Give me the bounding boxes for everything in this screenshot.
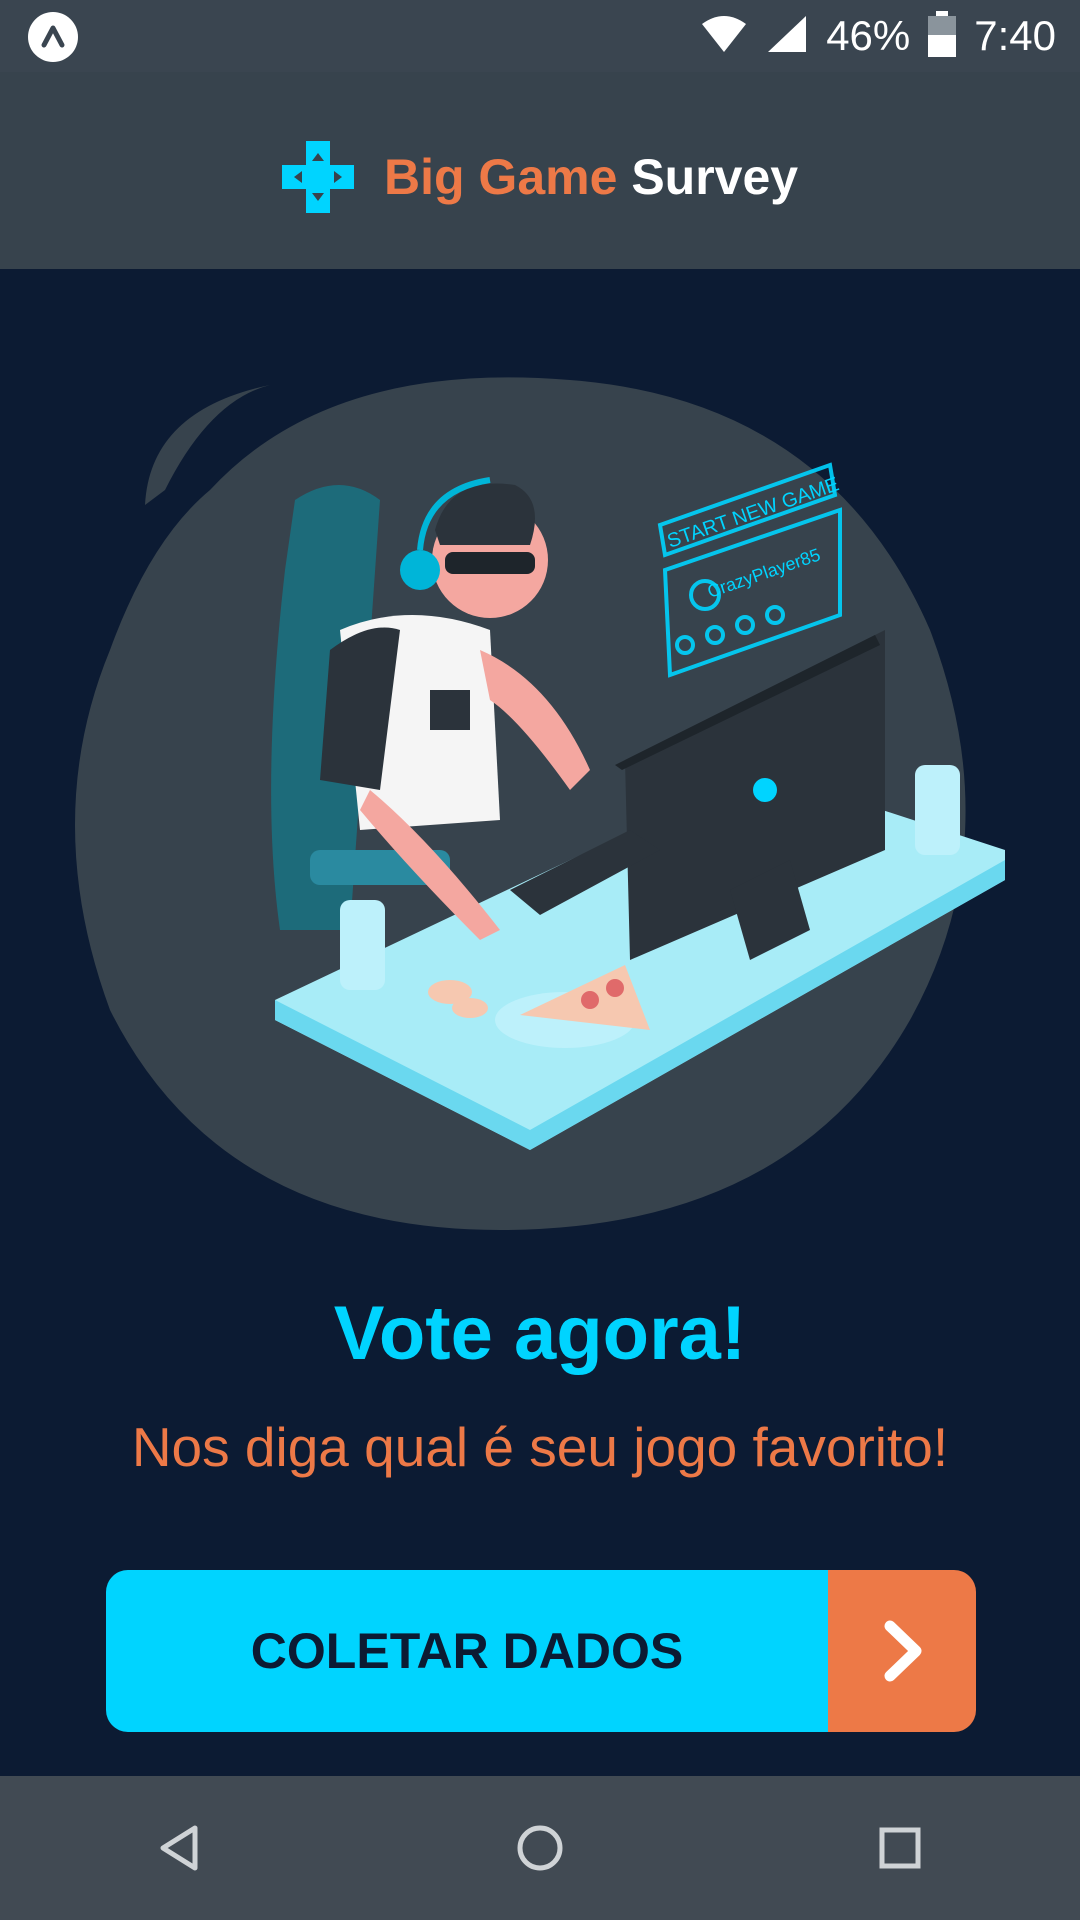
collect-data-button-label: COLETAR DADOS	[106, 1570, 828, 1732]
chevron-right-icon	[828, 1570, 976, 1732]
wifi-icon	[700, 14, 748, 59]
status-bar: 46% 7:40	[0, 0, 1080, 72]
collect-data-button[interactable]: COLETAR DADOS	[106, 1570, 976, 1732]
brand: Big Game Survey	[282, 141, 799, 213]
brand-title-accent: Big Game	[384, 149, 618, 205]
signal-icon	[766, 14, 808, 59]
app-notification-icon	[28, 12, 78, 62]
gamepad-dpad-icon	[282, 141, 354, 213]
system-nav-bar	[0, 1776, 1080, 1920]
recents-icon[interactable]	[860, 1808, 940, 1888]
battery-icon	[928, 10, 957, 62]
clock: 7:40	[974, 12, 1056, 59]
app-header: Big Game Survey	[0, 72, 1080, 269]
brand-title-main: Survey	[631, 149, 799, 205]
home-icon[interactable]	[500, 1808, 580, 1888]
page-subtitle: Nos diga qual é seu jogo favorito!	[131, 1416, 949, 1478]
back-icon[interactable]	[140, 1808, 220, 1888]
page-title: Vote agora!	[333, 1291, 747, 1376]
gamer-illustration: START NEW GAME CrazyPlayer85	[70, 370, 1020, 1250]
battery-percent: 46%	[826, 12, 911, 59]
